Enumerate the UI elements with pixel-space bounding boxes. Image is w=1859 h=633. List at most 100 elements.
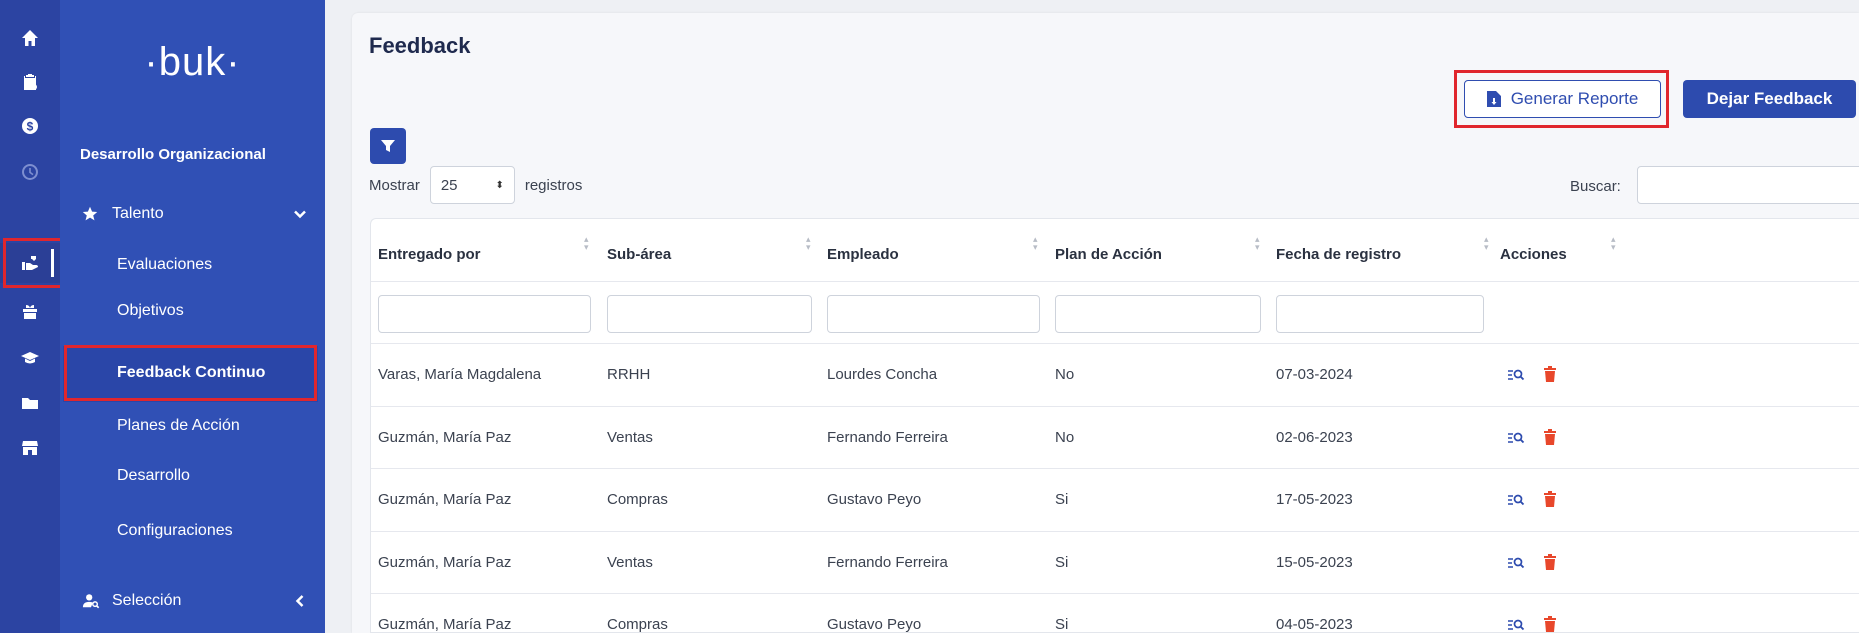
table-cell: 02-06-2023	[1276, 428, 1353, 446]
icon-rail: $	[0, 0, 60, 633]
column-header-acciones: Acciones	[1500, 246, 1567, 263]
table-cell: Fernando Ferreira	[827, 553, 948, 571]
sidebar-section-label: Talento	[112, 205, 164, 222]
column-header-sub-area[interactable]: Sub-área	[607, 246, 671, 263]
trash-icon[interactable]	[1543, 490, 1557, 508]
sidebar-item-planes-de-accion[interactable]: Planes de Acción	[117, 417, 240, 435]
sort-icon[interactable]: ▴ ▾	[1033, 235, 1038, 252]
highlight-box-menu	[64, 345, 317, 401]
feedback-table: Entregado por ▴ ▾ Sub-área ▴ ▾ Empleado ▴ ▾…	[370, 218, 1859, 633]
table-cell: Guzmán, María Paz	[378, 428, 512, 446]
view-details-icon[interactable]	[1507, 618, 1525, 632]
page-title: Feedback	[369, 33, 471, 58]
filter-input-entregado-por[interactable]	[378, 295, 591, 333]
table-cell: Ventas	[607, 553, 653, 571]
table-row: Guzmán, María Paz Compras Gustavo Peyo Si 04…	[371, 594, 1859, 633]
table-cell: Ventas	[607, 428, 653, 446]
company-name: Desarrollo Organizacional	[80, 146, 266, 163]
table-cell: Guzmán, María Paz	[378, 491, 512, 508]
sort-icon[interactable]: ▴ ▾	[584, 235, 589, 252]
clipboard-icon[interactable]	[0, 62, 60, 102]
leave-feedback-button[interactable]: Dejar Feedback	[1683, 80, 1856, 118]
page-size-control: Mostrar 25 ⬍ registros	[369, 166, 582, 204]
table-cell: 17-05-2023	[1276, 491, 1353, 508]
page-size-select[interactable]: 25 ⬍	[429, 166, 515, 204]
table-cell: No	[1055, 428, 1075, 446]
buk-logo: ·buk·	[144, 40, 241, 84]
filter-input-fecha[interactable]	[1276, 295, 1484, 333]
table-cell: Compras	[607, 616, 668, 633]
sidebar-section-talento[interactable]: Talento	[82, 205, 307, 223]
search-input[interactable]	[1637, 166, 1859, 204]
highlight-box-rail	[3, 238, 64, 288]
table-cell: 15-05-2023	[1276, 553, 1353, 571]
sidebar-section-seleccion[interactable]: Selección	[82, 592, 307, 610]
gift-icon[interactable]	[0, 292, 60, 332]
table-cell: Si	[1055, 553, 1069, 571]
column-header-empleado[interactable]: Empleado	[827, 246, 899, 263]
sort-icon[interactable]: ▴ ▾	[1484, 235, 1489, 252]
table-cell: Gustavo Peyo	[827, 616, 922, 633]
sidebar-item-desarrollo[interactable]: Desarrollo	[117, 467, 190, 485]
sidebar-item-evaluaciones[interactable]: Evaluaciones	[117, 256, 212, 274]
trash-icon[interactable]	[1543, 553, 1557, 571]
table-cell: Si	[1055, 491, 1069, 508]
trash-icon[interactable]	[1543, 428, 1557, 446]
table-cell: 04-05-2023	[1276, 616, 1353, 633]
table-cell: Lourdes Concha	[827, 366, 938, 383]
table-cell: Si	[1055, 616, 1069, 633]
dollar-icon[interactable]: $	[0, 106, 60, 146]
table-row: Guzmán, María Paz Ventas Fernando Ferreira…	[371, 407, 1859, 469]
sidebar-item-configuraciones[interactable]: Configuraciones	[117, 522, 233, 540]
view-details-icon[interactable]	[1507, 431, 1525, 445]
filter-button[interactable]	[370, 128, 406, 164]
chevron-down-icon	[294, 210, 306, 219]
table-cell: Guzmán, María Paz	[378, 616, 512, 633]
table-cell: Guzmán, María Paz	[378, 553, 512, 571]
folder-icon[interactable]	[0, 383, 60, 423]
sort-icon[interactable]: ▴ ▾	[1255, 235, 1260, 252]
page-size-value: 25	[440, 176, 458, 194]
table-row: Guzmán, María Paz Compras Gustavo Peyo Si 17…	[371, 469, 1859, 532]
sort-icon[interactable]: ▴ ▾	[1611, 235, 1616, 252]
view-details-icon[interactable]	[1507, 368, 1525, 382]
store-icon[interactable]	[0, 428, 60, 468]
trash-icon[interactable]	[1543, 365, 1557, 383]
view-details-icon[interactable]	[1507, 493, 1525, 507]
sidebar-menu: ·buk· Desarrollo Organizacional Talento …	[60, 0, 325, 633]
table-row: Guzmán, María Paz Ventas Fernando Ferreira…	[371, 532, 1859, 594]
show-label: Mostrar	[369, 176, 420, 194]
table-cell: Gustavo Peyo	[827, 491, 922, 508]
main-card: Feedback Generar Reporte Dejar Feedback …	[352, 13, 1859, 633]
column-header-fecha[interactable]: Fecha de registro	[1276, 246, 1401, 263]
highlight-box-report	[1454, 70, 1669, 128]
table-row: Varas, María Magdalena RRHH Lourdes Concha…	[371, 344, 1859, 407]
table-cell: No	[1055, 366, 1075, 383]
graduation-cap-icon[interactable]	[0, 338, 60, 378]
filter-icon	[381, 140, 395, 152]
home-icon[interactable]	[0, 18, 60, 58]
sort-icon[interactable]: ▴ ▾	[806, 235, 811, 252]
table-cell: Compras	[607, 491, 668, 508]
filter-input-empleado[interactable]	[827, 295, 1040, 333]
user-search-icon	[82, 594, 100, 609]
column-header-entregado-por[interactable]: Entregado por	[378, 246, 481, 263]
table-cell: Varas, María Magdalena	[378, 366, 542, 383]
chevron-left-icon	[295, 595, 304, 607]
records-label: registros	[524, 176, 583, 194]
search-label: Buscar:	[1570, 178, 1621, 195]
sidebar-item-objetivos[interactable]: Objetivos	[117, 302, 184, 320]
star-icon	[82, 206, 98, 221]
trash-icon[interactable]	[1543, 615, 1557, 633]
column-header-plan-de-accion[interactable]: Plan de Acción	[1055, 246, 1162, 263]
select-arrows-icon: ⬍	[495, 179, 504, 191]
view-details-icon[interactable]	[1507, 556, 1525, 570]
table-cell: RRHH	[607, 366, 651, 383]
table-cell: Fernando Ferreira	[827, 428, 948, 446]
filter-input-sub-area[interactable]	[607, 295, 812, 333]
sidebar-section-label: Selección	[112, 592, 182, 609]
divider	[371, 281, 1859, 282]
filter-input-plan-de-accion[interactable]	[1055, 295, 1261, 333]
table-cell: 07-03-2024	[1276, 366, 1353, 383]
clock-icon[interactable]	[0, 152, 60, 192]
